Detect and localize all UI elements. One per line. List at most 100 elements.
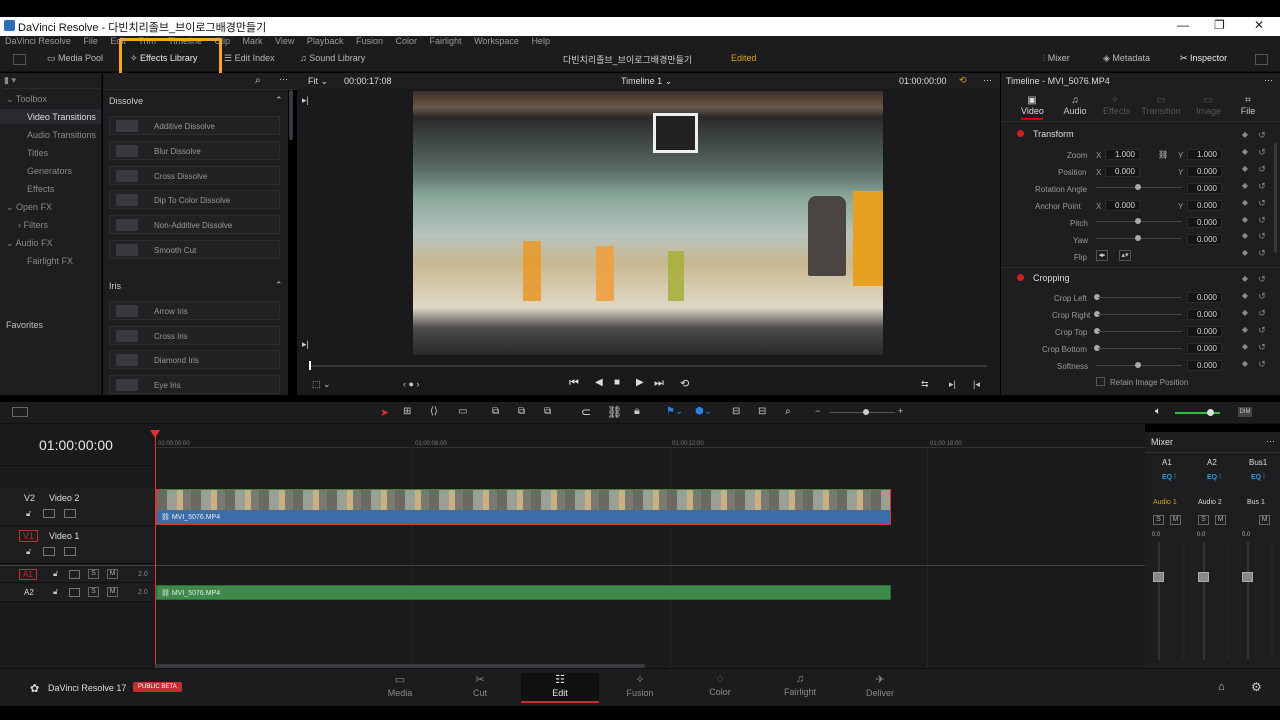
v2-enable-icon[interactable] — [64, 509, 76, 518]
stop-button[interactable]: ■ — [614, 377, 620, 388]
tab-video[interactable]: ▣ Video — [1021, 95, 1044, 120]
more-options-icon[interactable]: ⋯ — [279, 74, 288, 85]
minimize-icon[interactable]: — — [1177, 18, 1189, 32]
toolbox-group[interactable]: ⌄ Toolbox — [6, 94, 47, 105]
page-color[interactable]: ◌ Color — [681, 673, 759, 703]
position-y-field[interactable]: 0.000 — [1187, 166, 1222, 177]
tab-audio[interactable]: ♫ Audio — [1063, 95, 1087, 116]
replace-clip-icon[interactable]: ⧉ — [544, 406, 551, 417]
video-transitions-item[interactable]: Video Transitions — [0, 109, 101, 124]
v1-auto-select-icon[interactable] — [43, 547, 55, 556]
dim-button[interactable]: DIM — [1238, 407, 1252, 417]
search-icon[interactable]: ⌕ — [255, 75, 261, 86]
cross-iris-item[interactable]: Cross Iris — [109, 326, 280, 345]
volume-icon[interactable]: 🔈︎ — [1155, 406, 1161, 417]
v1-lock-icon[interactable]: 🔓︎ — [26, 547, 31, 557]
zoom-y-field[interactable]: 1.000 — [1187, 149, 1222, 160]
playhead-marker[interactable] — [309, 361, 311, 370]
crop-right-slider[interactable] — [1098, 314, 1182, 315]
next-clip-icon[interactable]: ▸| — [302, 339, 309, 350]
mixer-a2-solo[interactable]: S — [1198, 515, 1209, 525]
dip-to-color-dissolve-item[interactable]: Dip To Color Dissolve — [109, 190, 280, 209]
play-reverse-button[interactable]: ◀ — [595, 377, 603, 388]
a2-mute-button[interactable]: M — [107, 587, 118, 597]
menu-fusion[interactable]: Fusion — [356, 36, 383, 46]
a2-auto-select-icon[interactable] — [69, 588, 80, 597]
a2-solo-button[interactable]: S — [88, 587, 99, 597]
crop-top-slider[interactable] — [1098, 331, 1182, 332]
menu-help[interactable]: Help — [531, 36, 550, 46]
inspector-options-icon[interactable]: ⋯ — [1264, 75, 1273, 86]
home-icon[interactable]: ⌂ — [1218, 681, 1225, 693]
generators-item[interactable]: Generators — [27, 166, 72, 176]
filters-item[interactable]: › Filters — [18, 220, 48, 230]
trim-tool-icon[interactable]: ⊞ — [403, 406, 411, 417]
rotation-field[interactable]: 0.000 — [1187, 183, 1222, 194]
fairlight-fx-item[interactable]: Fairlight FX — [27, 256, 73, 266]
softness-field[interactable]: 0.000 — [1187, 360, 1222, 371]
page-cut[interactable]: ✂ Cut — [441, 673, 519, 703]
flip-horizontal-button[interactable]: ◂▸ — [1096, 250, 1108, 261]
a2-eq-button[interactable]: EQ ⫶ — [1207, 474, 1221, 482]
panel-toggle-icon[interactable] — [13, 54, 26, 65]
marker-icon[interactable]: ⬢⌄ — [695, 406, 712, 417]
a1-mute-button[interactable]: M — [107, 569, 118, 579]
timeline-playhead[interactable] — [155, 432, 156, 668]
loop-icon[interactable]: ⟲ — [959, 75, 967, 86]
v1-track-label[interactable]: V1 — [19, 530, 39, 542]
effects-scrollbar[interactable] — [289, 90, 293, 140]
diamond-iris-item[interactable]: Diamond Iris — [109, 350, 280, 369]
volume-handle[interactable] — [1207, 409, 1214, 416]
mixer-a2-fader[interactable] — [1198, 572, 1209, 582]
tab-transition[interactable]: ▭ Transition — [1141, 95, 1181, 116]
yaw-field[interactable]: 0.000 — [1187, 234, 1222, 245]
open-fx-group[interactable]: ⌄ Open FX — [6, 202, 52, 213]
bus1-eq-button[interactable]: EQ ⫶ — [1251, 474, 1265, 482]
softness-handle[interactable] — [1135, 362, 1141, 368]
insert-clip-icon[interactable]: ⧉ — [492, 406, 499, 417]
v2-lock-icon[interactable]: 🔓︎ — [26, 509, 31, 519]
a1-auto-select-icon[interactable] — [69, 570, 80, 579]
cross-dissolve-item[interactable]: Cross Dissolve — [109, 166, 280, 185]
yaw-slider-handle[interactable] — [1135, 235, 1141, 241]
a1-eq-button[interactable]: EQ ⫶ — [1162, 474, 1176, 482]
pitch-slider-handle[interactable] — [1135, 218, 1141, 224]
mixer-a1-fader[interactable] — [1153, 572, 1164, 582]
crop-left-slider[interactable] — [1098, 297, 1182, 298]
a1-lock-icon[interactable]: 🔓︎ — [53, 569, 58, 579]
mixer-a1-solo[interactable]: S — [1153, 515, 1164, 525]
cropping-enable-icon[interactable] — [1017, 274, 1024, 281]
non-additive-dissolve-item[interactable]: Non-Additive Dissolve — [109, 215, 280, 234]
v2-auto-select-icon[interactable] — [43, 509, 55, 518]
scrubber-bar[interactable] — [309, 365, 987, 367]
anchor-y-field[interactable]: 0.000 — [1187, 200, 1222, 211]
page-deliver[interactable]: ✈ Deliver — [841, 673, 919, 703]
viewer-options-icon[interactable]: ⋯ — [983, 75, 992, 86]
zoom-x-field[interactable]: 1.000 — [1105, 149, 1140, 160]
timeline-select[interactable]: Timeline 1 ⌄ — [621, 76, 672, 87]
reset-icons[interactable]: ↺ ↺ ↺ ↺ ↺ ↺ ↺ ↺ — [1256, 127, 1268, 262]
menu-workspace[interactable]: Workspace — [474, 36, 519, 46]
menu-fairlight[interactable]: Fairlight — [430, 36, 462, 46]
page-media[interactable]: ▭ Media — [361, 673, 439, 703]
zoom-custom-icon[interactable]: ⌕ — [785, 406, 791, 417]
anchor-x-field[interactable]: 0.000 — [1105, 200, 1140, 211]
mixer-bus1-mute[interactable]: M — [1259, 515, 1270, 525]
crop-bottom-slider[interactable] — [1098, 348, 1182, 349]
timeline-ruler[interactable]: 01:00:00:00 01:00:06:00 01:00:12:00 01:0… — [155, 432, 1145, 448]
inspector-button[interactable]: ✂ Inspector — [1180, 53, 1227, 64]
additive-dissolve-item[interactable]: Additive Dissolve — [109, 116, 280, 135]
keyframe-diamonds[interactable]: ◆ ◆ ◆ ◆ ◆ ◆ ◆ ◆ — [1239, 127, 1251, 262]
tab-effects[interactable]: ✧ Effects — [1103, 95, 1130, 116]
inspector-scrollbar[interactable] — [1274, 143, 1277, 253]
audio-fx-group[interactable]: ⌄ Audio FX — [6, 238, 53, 249]
sound-library-button[interactable]: ♫ Sound Library — [300, 53, 365, 63]
dynamic-trim-icon[interactable]: ⟨⟩ — [430, 406, 438, 417]
zoom-full-icon[interactable]: ⊟ — [732, 406, 740, 417]
play-button[interactable]: ▶ — [636, 377, 644, 388]
effects-item[interactable]: Effects — [27, 184, 54, 194]
menu-file[interactable]: File — [83, 36, 98, 46]
loop-button[interactable]: ⟲ — [680, 377, 689, 390]
crop-reset-icons[interactable]: ↺ ↺ ↺ ↺ ↺ ↺ — [1256, 271, 1268, 372]
maximize-icon[interactable]: ❐ — [1214, 18, 1225, 32]
